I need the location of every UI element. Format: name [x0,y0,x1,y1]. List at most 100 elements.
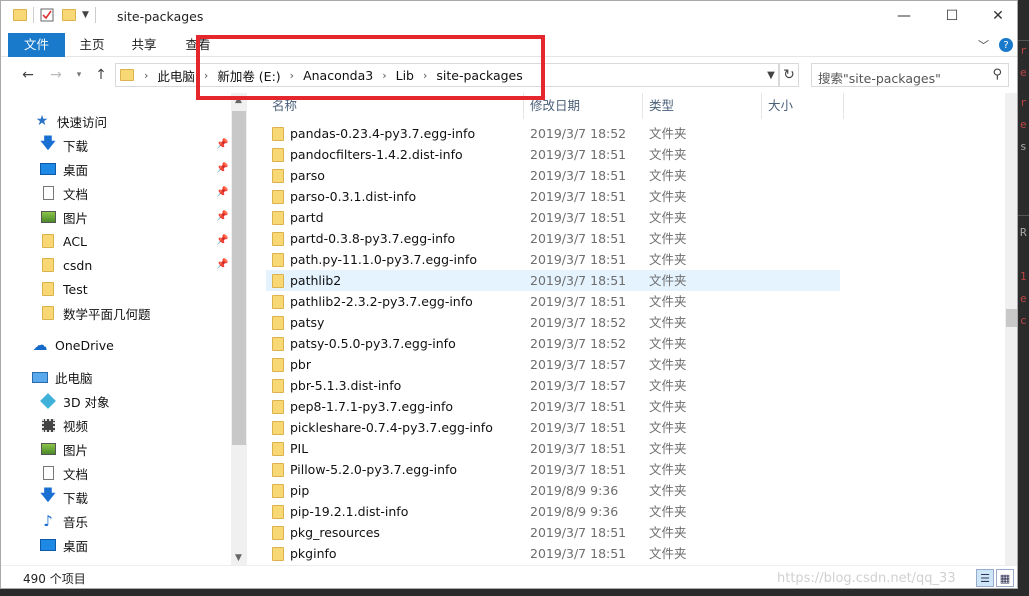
arrow-right-icon: → [50,67,62,83]
nav-item-videos[interactable]: 视频 [39,413,247,437]
address-history-dropdown[interactable]: ▼ [764,63,778,87]
download-icon: 🡇 [40,133,56,152]
tab-share[interactable]: 共享 [127,33,161,57]
date-modified-cell: 2019/3/7 18:51 [530,168,627,183]
table-row[interactable]: Pillow-5.2.0-py3.7.egg-info 2019/3/7 18:5… [266,459,840,480]
nav-item-quick-access[interactable]: ★ 快速访问 [33,109,247,133]
navigation-pane: ★ 快速访问 🡇 下载 📌 桌面 📌 文档 📌 图片 📌 ACL 📌 csdn … [1,93,247,565]
back-button[interactable]: ← [18,65,38,85]
table-row[interactable]: pkg_resources 2019/3/7 18:51 文件夹 [266,522,840,543]
details-view-button[interactable]: ☰ [976,569,994,587]
table-row[interactable]: pip-19.2.1.dist-info 2019/8/9 9:36 文件夹 [266,501,840,522]
file-name: pbr [290,357,312,372]
table-row[interactable]: pbr 2019/3/7 18:57 文件夹 [266,354,840,375]
minimize-button[interactable]: — [881,1,927,31]
file-name: PIL [290,441,309,456]
table-row[interactable]: partd 2019/3/7 18:51 文件夹 [266,207,840,228]
tab-file[interactable]: 文件 [8,33,65,57]
nav-item-label: 文档 [63,466,89,482]
table-row[interactable]: pip 2019/8/9 9:36 文件夹 [266,480,840,501]
nav-item-test[interactable]: Test [39,277,247,301]
nav-item-pc-pictures[interactable]: 图片 [39,437,247,461]
scroll-down-icon[interactable]: ▼ [235,553,242,563]
new-folder-icon[interactable] [62,9,76,21]
table-row[interactable]: pandocfilters-1.4.2.dist-info 2019/3/7 18… [266,144,840,165]
breadcrumb-this-pc[interactable]: 此电脑 [154,66,198,85]
pictures-icon [39,209,57,225]
nav-item-music[interactable]: ♪ 音乐 [39,509,247,533]
folder-icon [272,189,284,204]
nav-item-csdn[interactable]: csdn 📌 [39,253,247,277]
refresh-icon: ↻ [783,67,795,83]
column-header-size[interactable]: 大小 [762,93,844,119]
pin-icon[interactable]: 📌 [216,235,228,246]
recent-locations-dropdown[interactable]: ▾ [69,65,89,85]
nav-item-label: OneDrive [55,337,114,353]
nav-item-this-pc[interactable]: 此电脑 [31,365,247,389]
table-row[interactable]: pathlib2-2.3.2-py3.7.egg-info 2019/3/7 18… [266,291,840,312]
table-row[interactable]: parso-0.3.1.dist-info 2019/3/7 18:51 文件夹 [266,186,840,207]
nav-item-downloads[interactable]: 🡇 下载 📌 [39,133,247,157]
refresh-button[interactable]: ↻ [779,63,799,87]
pin-icon[interactable]: 📌 [216,187,228,198]
pin-icon[interactable]: 📌 [216,163,228,174]
table-row[interactable]: pep8-1.7.1-py3.7.egg-info 2019/3/7 18:51 文… [266,396,840,417]
table-row[interactable]: partd-0.3.8-py3.7.egg-info 2019/3/7 18:51… [266,228,840,249]
nav-item-pictures[interactable]: 图片 📌 [39,205,247,229]
nav-item-3d-objects[interactable]: 3D 对象 [39,389,247,413]
help-icon[interactable]: ? [999,38,1013,52]
date-modified-cell: 2019/3/7 18:51 [530,210,627,225]
date-modified-cell: 2019/3/7 18:51 [530,189,627,204]
properties-icon[interactable] [40,8,54,22]
nav-scrollbar[interactable]: ▲ ▼ [231,93,247,565]
close-button[interactable]: ✕ [975,1,1017,31]
customize-toolbar-dropdown-icon[interactable]: ▼ [82,10,89,20]
pin-icon[interactable]: 📌 [216,259,228,270]
file-list-scrollbar-thumb[interactable] [1006,309,1017,327]
table-row[interactable]: pickleshare-0.7.4-py3.7.egg-info 2019/3/7… [266,417,840,438]
forward-button[interactable]: → [46,65,66,85]
file-name: parso [290,168,325,183]
folder-icon [272,126,284,141]
file-name: pkg_resources [290,525,380,540]
file-list-scrollbar[interactable] [1005,93,1017,565]
tab-home[interactable]: 主页 [75,33,109,57]
file-name: partd-0.3.8-py3.7.egg-info [290,231,456,246]
file-name-cell: pbr [272,354,311,375]
search-input[interactable]: 搜索"site-packages" ⚲ [811,63,1009,87]
date-modified-cell: 2019/3/7 18:51 [530,147,627,162]
table-row[interactable]: pathlib2 2019/3/7 18:51 文件夹 [266,270,840,291]
nav-item-desktop[interactable]: 桌面 📌 [39,157,247,181]
nav-item-label: 音乐 [63,514,89,530]
table-row[interactable]: pbr-5.1.3.dist-info 2019/3/7 18:57 文件夹 [266,375,840,396]
chevron-right-icon[interactable]: › [138,69,154,82]
table-row[interactable]: pkginfo 2019/3/7 18:51 文件夹 [266,543,840,564]
nav-item-math-geometry[interactable]: 数学平面几何题 [39,301,247,325]
expand-ribbon-icon[interactable]: ﹀ [978,37,989,53]
nav-item-label: csdn [63,257,93,273]
pin-icon[interactable]: 📌 [216,211,228,222]
desktop-icon [39,161,57,177]
large-icons-view-button[interactable]: ▦ [996,569,1014,587]
file-name-cell: PIL [272,438,308,459]
nav-item-documents[interactable]: 文档 📌 [39,181,247,205]
nav-item-pc-desktop[interactable]: 桌面 [39,533,247,557]
table-row[interactable]: path.py-11.1.0-py3.7.egg-info 2019/3/7 18… [266,249,840,270]
pin-icon[interactable]: 📌 [216,139,228,150]
up-button[interactable]: ↑ [91,65,111,85]
table-row[interactable]: pandas-0.23.4-py3.7.egg-info 2019/3/7 18:… [266,123,840,144]
nav-item-pc-downloads[interactable]: 🡇 下载 [39,485,247,509]
nav-item-label: 视频 [63,418,89,434]
nav-item-onedrive[interactable]: ☁ OneDrive [31,333,247,357]
table-row[interactable]: PIL 2019/3/7 18:51 文件夹 [266,438,840,459]
maximize-button[interactable]: ☐ [929,1,975,31]
file-name: pep8-1.7.1-py3.7.egg-info [290,399,454,414]
nav-item-acl[interactable]: ACL 📌 [39,229,247,253]
table-row[interactable]: patsy 2019/3/7 18:52 文件夹 [266,312,840,333]
column-header-type[interactable]: 类型 [643,93,762,119]
nav-item-pc-documents[interactable]: 文档 [39,461,247,485]
table-row[interactable]: parso 2019/3/7 18:51 文件夹 [266,165,840,186]
table-row[interactable]: patsy-0.5.0-py3.7.egg-info 2019/3/7 18:52… [266,333,840,354]
nav-scrollbar-thumb[interactable] [232,111,246,445]
documents-icon [39,185,57,201]
